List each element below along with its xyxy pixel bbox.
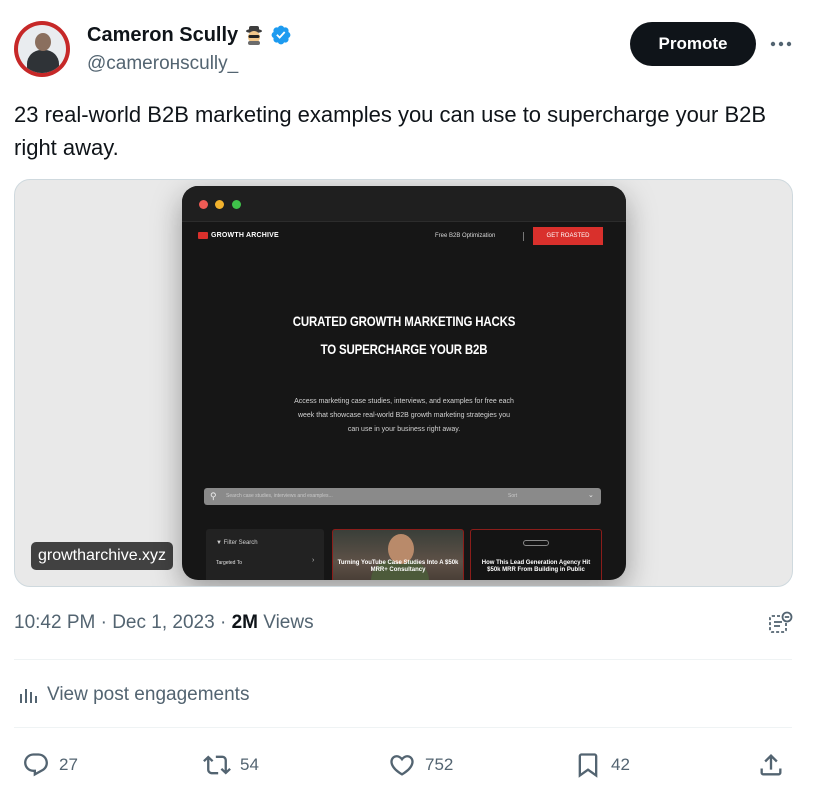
bookmark-icon: [578, 753, 598, 778]
like-count: 752: [425, 755, 454, 774]
site-nav: GROWTH ARCHIVE Free B2B Optimization GET…: [182, 222, 626, 252]
site-hero-subtitle: Access marketing case studies, interview…: [294, 398, 514, 433]
site-case-card: Turning YouTube Case Studies Into A $50k…: [332, 529, 464, 580]
avatar[interactable]: [14, 21, 70, 77]
window-minimize-dot: [215, 200, 224, 209]
search-icon: ⚲: [210, 491, 217, 501]
like-button[interactable]: 752: [388, 751, 453, 779]
verified-badge-icon[interactable]: [270, 24, 292, 46]
spy-emoji-icon: [243, 24, 265, 46]
browser-titlebar: [182, 186, 626, 222]
post-author: Cameron Scully @camerонscully_: [87, 23, 292, 75]
view-post-engagements[interactable]: View post engagements: [17, 684, 249, 706]
reply-button[interactable]: 27: [22, 751, 78, 779]
share-icon: [760, 754, 782, 776]
site-filter-card: ▼ Filter Search Targeted To ›: [206, 529, 324, 580]
views-count: 2M: [231, 612, 258, 633]
site-logo: GROWTH ARCHIVE: [198, 232, 279, 239]
share-button[interactable]: [757, 751, 785, 779]
chevron-down-icon: ⌄: [588, 492, 594, 499]
bookmark-button[interactable]: 42: [574, 751, 630, 779]
grok-analyze-icon[interactable]: [767, 609, 795, 637]
window-close-dot: [199, 200, 208, 209]
post-text: 23 real-world B2B marketing examples you…: [14, 102, 767, 160]
author-handle[interactable]: @camerонscully_: [87, 53, 292, 75]
divider: [14, 727, 792, 728]
repost-icon: [203, 755, 231, 775]
bookmark-count: 42: [611, 755, 630, 774]
views-label: Views: [257, 612, 314, 633]
analytics-icon: [20, 689, 37, 703]
window-maximize-dot: [232, 200, 241, 209]
site-hero-title: CURATED GROWTH MARKETING HACKS TO SUPERC…: [292, 313, 516, 357]
post-timestamp[interactable]: 10:42 PM · Dec 1, 2023 ·: [14, 612, 232, 633]
reply-icon: [24, 753, 48, 777]
repost-count: 54: [240, 755, 259, 774]
website-screenshot: GROWTH ARCHIVE Free B2B Optimization GET…: [182, 186, 626, 580]
post-meta: 10:42 PM · Dec 1, 2023 · 2M Views: [14, 612, 314, 634]
repost-button[interactable]: 54: [203, 751, 259, 779]
post-media[interactable]: GROWTH ARCHIVE Free B2B Optimization GET…: [14, 179, 793, 587]
engagements-label: View post engagements: [47, 684, 250, 705]
site-cta-button: GET ROASTED: [533, 227, 603, 245]
like-icon: [390, 755, 414, 776]
divider: [14, 659, 792, 660]
site-nav-link: Free B2B Optimization: [435, 233, 496, 239]
site-case-card: How This Lead Generation Agency Hit $50k…: [470, 529, 602, 580]
more-icon[interactable]: [766, 30, 796, 58]
reply-count: 27: [59, 755, 78, 774]
author-name[interactable]: Cameron Scully: [87, 24, 238, 47]
media-link-caption[interactable]: growtharchive.xyz: [31, 542, 174, 570]
site-search-bar: ⚲ Search case studies, interviews and ex…: [204, 488, 601, 505]
promote-button[interactable]: Promote: [630, 22, 756, 66]
